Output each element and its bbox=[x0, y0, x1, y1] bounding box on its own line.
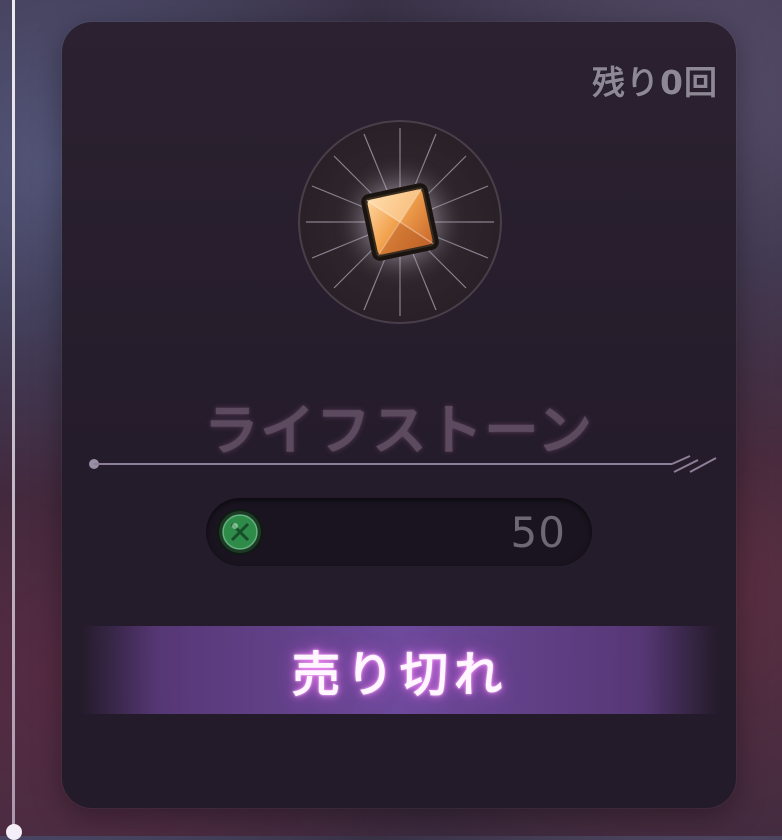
life-stone-icon bbox=[298, 120, 502, 324]
sold-out-label: 売り切れ bbox=[291, 647, 508, 703]
shop-item-card[interactable]: 残り0回 ライフストーン 50 売り切れ bbox=[62, 22, 736, 808]
scroll-handle[interactable] bbox=[6, 824, 22, 840]
item-medallion bbox=[298, 120, 502, 324]
price-display: 50 bbox=[206, 498, 592, 566]
remaining-count-label: 残り0回 bbox=[592, 63, 718, 102]
green-coin-icon bbox=[217, 509, 263, 555]
title-divider bbox=[89, 455, 717, 473]
price-value: 50 bbox=[510, 508, 566, 557]
sold-out-button[interactable]: 売り切れ bbox=[82, 626, 718, 714]
scroll-track-line bbox=[12, 0, 15, 836]
